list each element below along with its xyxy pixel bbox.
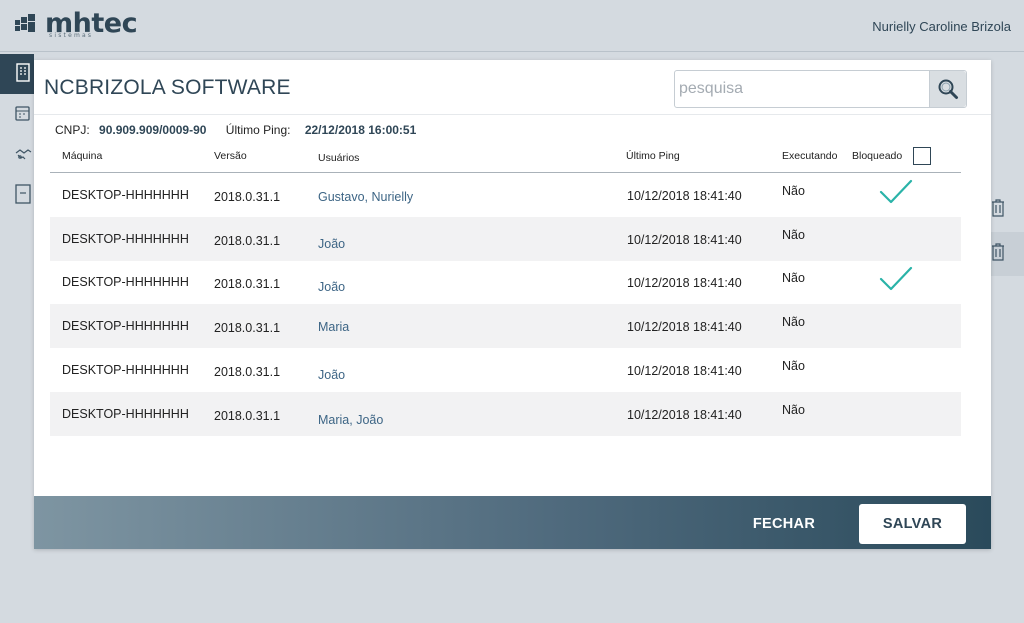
blocked-toggle[interactable]: [878, 309, 914, 337]
blocked-toggle[interactable]: [878, 178, 914, 206]
background-list-actions: [991, 186, 1024, 278]
cell-users[interactable]: João: [318, 368, 345, 382]
cell-version: 2018.0.31.1: [214, 277, 281, 292]
handshake-icon[interactable]: [14, 145, 32, 163]
blocked-toggle[interactable]: [878, 397, 914, 425]
column-header-machine[interactable]: Máquina: [62, 150, 102, 162]
search-input[interactable]: [675, 71, 929, 107]
table-row[interactable]: DESKTOP-HHHHHHH 2018.0.31.1 Maria, João 10/…: [50, 391, 961, 436]
table-row[interactable]: DESKTOP-HHHHHHH 2018.0.31.1 Maria 10/12/201…: [50, 304, 961, 349]
search-icon: [938, 79, 958, 99]
cell-last-ping: 10/12/2018 18:41:40: [627, 407, 742, 422]
cell-users[interactable]: João: [318, 280, 345, 294]
column-header-users[interactable]: Usuários: [318, 152, 359, 164]
building-icon[interactable]: [14, 62, 32, 82]
table-row[interactable]: DESKTOP-HHHHHHH 2018.0.31.1 João 10/12/2018…: [50, 216, 961, 261]
search-box: [674, 70, 967, 108]
cell-last-ping: 10/12/2018 18:41:40: [627, 363, 742, 378]
check-icon: [879, 267, 913, 291]
cnpj-value: 90.909.909/0009-90: [99, 123, 207, 137]
trash-icon[interactable]: [991, 199, 1005, 217]
cell-users[interactable]: Gustavo, Nurielly: [318, 190, 413, 204]
column-header-blocked[interactable]: Bloqueado: [852, 150, 902, 162]
cell-version: 2018.0.31.1: [214, 321, 281, 336]
cell-machine: DESKTOP-HHHHHHH: [62, 406, 189, 421]
cell-users[interactable]: João: [318, 237, 345, 251]
cell-running: Não: [782, 271, 805, 286]
cell-running: Não: [782, 358, 805, 373]
modal-title: NCBRIZOLA SOFTWARE: [44, 76, 291, 99]
cell-version: 2018.0.31.1: [214, 408, 281, 423]
blocked-select-all-checkbox[interactable]: [913, 147, 931, 165]
trash-icon[interactable]: [991, 243, 1005, 261]
cell-last-ping: 10/12/2018 18:41:40: [627, 276, 742, 291]
cell-machine: DESKTOP-HHHHHHH: [62, 231, 189, 246]
cell-users[interactable]: Maria, João: [318, 413, 383, 427]
modal-footer: FECHAR SALVAR: [34, 496, 991, 549]
table-row[interactable]: DESKTOP-HHHHHHH 2018.0.31.1 João 10/12/2018…: [50, 348, 961, 392]
cell-users[interactable]: Maria: [318, 320, 349, 334]
cell-machine: DESKTOP-HHHHHHH: [62, 275, 189, 290]
cell-last-ping: 10/12/2018 18:41:40: [627, 320, 742, 335]
machines-modal: NCBRIZOLA SOFTWARE CNPJ: 90.909.909/0009…: [34, 60, 991, 549]
blocked-toggle[interactable]: [878, 222, 914, 250]
table-row[interactable]: DESKTOP-HHHHHHH 2018.0.31.1 João 10/12/2018…: [50, 260, 961, 304]
logo-subtitle: sistemas: [49, 32, 94, 39]
cell-machine: DESKTOP-HHHHHHH: [62, 319, 189, 334]
cell-running: Não: [782, 184, 805, 198]
cell-version: 2018.0.31.1: [214, 233, 281, 248]
top-bar: mhtec sistemas Nurielly Caroline Brizola: [0, 0, 1024, 52]
check-icon: [879, 179, 913, 204]
logo: mhtec sistemas: [15, 10, 138, 39]
cell-running: Não: [782, 227, 805, 242]
column-header-version[interactable]: Versão: [214, 150, 247, 162]
last-ping-value: 22/12/2018 16:00:51: [304, 123, 417, 137]
cell-version: 2018.0.31.1: [214, 190, 281, 204]
company-info: CNPJ: 90.909.909/0009-90 Último Ping: 22…: [55, 123, 416, 137]
column-header-running[interactable]: Executando: [782, 150, 837, 162]
last-ping-label: Último Ping:: [225, 123, 291, 137]
user-name[interactable]: Nurielly Caroline Brizola: [872, 19, 1011, 34]
close-button[interactable]: FECHAR: [738, 509, 830, 539]
cell-running: Não: [782, 402, 805, 417]
document-icon[interactable]: [14, 184, 32, 204]
save-button[interactable]: SALVAR: [859, 504, 966, 544]
cell-machine: DESKTOP-HHHHHHH: [62, 188, 189, 202]
table-row[interactable]: DESKTOP-HHHHHHH 2018.0.31.1 Gustavo, Nurie…: [50, 173, 961, 217]
cell-last-ping: 10/12/2018 18:41:40: [627, 189, 742, 203]
header-divider: [34, 114, 991, 115]
cell-last-ping: 10/12/2018 18:41:40: [627, 232, 742, 247]
column-header-last-ping[interactable]: Último Ping: [626, 150, 680, 162]
search-button[interactable]: [929, 71, 966, 107]
cell-version: 2018.0.31.1: [214, 364, 281, 379]
cell-machine: DESKTOP-HHHHHHH: [62, 362, 189, 377]
cnpj-label: CNPJ:: [55, 123, 90, 137]
cell-running: Não: [782, 315, 805, 330]
blocked-toggle[interactable]: [878, 353, 914, 381]
calendar-icon[interactable]: [14, 104, 32, 122]
blocked-toggle[interactable]: [878, 265, 914, 293]
logo-mark-icon: [15, 14, 43, 36]
